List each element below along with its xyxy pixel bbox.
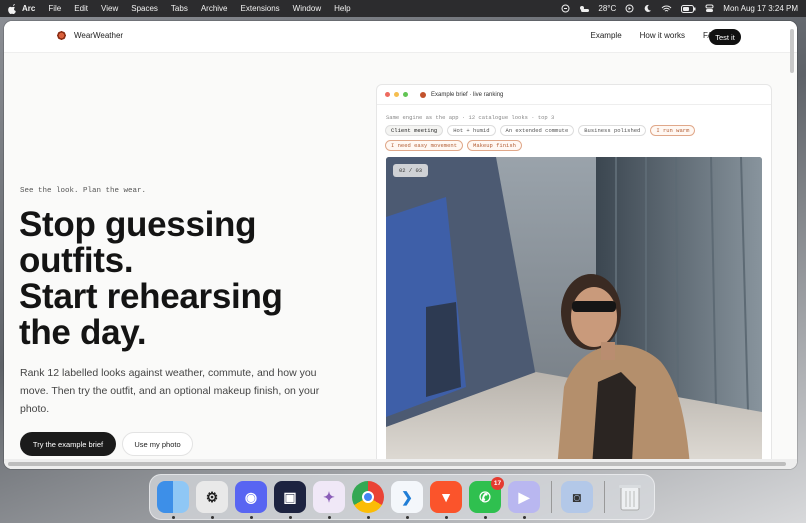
- chrome-center-icon: [362, 491, 374, 503]
- example-photo: 02 / 03: [386, 157, 762, 469]
- running-indicator: [250, 516, 253, 519]
- focus-icon[interactable]: [561, 4, 570, 13]
- screen-recorder-icon[interactable]: ▶: [508, 481, 540, 519]
- tag-business-polished[interactable]: Business polished: [578, 125, 647, 136]
- tag-makeup-finish[interactable]: Makeup finish: [467, 140, 522, 151]
- menu-help[interactable]: Help: [334, 4, 350, 13]
- tag-easy-movement[interactable]: I need easy movement: [385, 140, 464, 151]
- try-example-brief-button[interactable]: Try the example brief: [20, 432, 116, 456]
- tag-run-warm[interactable]: I run warm: [650, 125, 696, 136]
- site-header: WearWeather Example How it works FAQ Tes…: [4, 21, 797, 53]
- menu-edit[interactable]: Edit: [74, 4, 88, 13]
- chrome-icon[interactable]: [352, 481, 384, 519]
- brand-name: WearWeather: [74, 31, 124, 40]
- running-indicator: [367, 516, 370, 519]
- running-indicator: [406, 516, 409, 519]
- card-title: Example brief · live ranking: [431, 91, 504, 98]
- hero-subtext: Rank 12 labelled looks against weather, …: [20, 367, 320, 415]
- menu-spaces[interactable]: Spaces: [131, 4, 158, 13]
- chatgpt-icon[interactable]: ⚙: [196, 481, 228, 519]
- nav-link-how-it-works[interactable]: How it works: [640, 31, 685, 40]
- moon-icon[interactable]: [643, 4, 652, 13]
- card-caption: Same engine as the app · 12 catalogue lo…: [386, 114, 555, 121]
- wifi-icon[interactable]: [661, 5, 672, 13]
- card-title-group: Example brief · live ranking: [420, 91, 504, 98]
- photo-counter: 02 / 03: [393, 164, 429, 177]
- vscode-icon[interactable]: ❯: [391, 481, 423, 519]
- brief-tags: Client meeting Hot + humid An extended c…: [385, 125, 767, 151]
- brand[interactable]: WearWeather: [56, 30, 123, 41]
- weather-temp[interactable]: 28°C: [598, 4, 616, 13]
- running-indicator: [523, 516, 526, 519]
- use-my-photo-button[interactable]: Use my photo: [122, 432, 193, 456]
- trash-icon[interactable]: [614, 481, 646, 513]
- menu-archive[interactable]: Archive: [201, 4, 228, 13]
- menu-file[interactable]: File: [48, 4, 61, 13]
- headline-line: outfits.: [19, 241, 134, 280]
- vertical-scrollbar[interactable]: [790, 29, 794, 73]
- close-dot-icon: [385, 92, 390, 97]
- dock-separator: [604, 481, 605, 513]
- menu-arc[interactable]: Arc: [22, 4, 35, 13]
- apple-menu-icon[interactable]: [8, 3, 22, 14]
- wearweather-logo-icon: [56, 30, 67, 41]
- card-titlebar: Example brief · live ranking: [377, 85, 771, 105]
- brave-icon[interactable]: ▼: [430, 481, 462, 519]
- play-icon[interactable]: [625, 4, 634, 13]
- tag-extended-commute[interactable]: An extended commute: [499, 125, 575, 136]
- test-it-button[interactable]: Test it: [709, 29, 741, 45]
- running-indicator: [172, 516, 175, 519]
- example-brief-card: Example brief · live ranking Same engine…: [376, 84, 772, 469]
- browser-window: WearWeather Example How it works FAQ Tes…: [4, 21, 797, 469]
- tag-hot-humid[interactable]: Hot + humid: [447, 125, 496, 136]
- menu-window[interactable]: Window: [293, 4, 321, 13]
- horizontal-scroll-thumb[interactable]: [8, 462, 786, 466]
- menubar-clock[interactable]: Mon Aug 17 3:24 PM: [723, 4, 798, 13]
- terminal-icon[interactable]: ▣: [274, 481, 306, 519]
- utility-icon[interactable]: ◙: [561, 481, 593, 513]
- running-indicator: [328, 516, 331, 519]
- headline-line: Start rehearsing: [19, 277, 283, 316]
- tag-client-meeting[interactable]: Client meeting: [385, 125, 444, 136]
- menu-view[interactable]: View: [101, 4, 118, 13]
- running-indicator: [211, 516, 214, 519]
- hero-section: See the look. Plan the wear. Stop guessi…: [4, 53, 797, 469]
- hero-eyebrow: See the look. Plan the wear.: [20, 187, 147, 195]
- weather-icon[interactable]: [579, 5, 590, 13]
- zoom-dot-icon: [403, 92, 408, 97]
- nav-link-example[interactable]: Example: [591, 31, 622, 40]
- menu-bar: Arc File Edit View Spaces Tabs Archive E…: [0, 0, 806, 17]
- finder-icon[interactable]: [157, 481, 189, 519]
- hero-headline: Stop guessing outfits. Start rehearsing …: [19, 207, 359, 351]
- nav-links: Example How it works FAQ: [591, 31, 719, 40]
- affinity-icon[interactable]: ✦: [313, 481, 345, 519]
- headline-line: Stop guessing: [19, 205, 257, 244]
- dock: ⚙ ◉ ▣ ✦ ❯ ▼ ✆ 17 ▶ ◙: [149, 474, 655, 520]
- battery-icon[interactable]: [681, 4, 696, 13]
- headline-line: the day.: [19, 313, 147, 352]
- running-indicator: [484, 516, 487, 519]
- horizontal-scrollbar[interactable]: [4, 459, 797, 469]
- whatsapp-icon[interactable]: ✆ 17: [469, 477, 504, 519]
- running-indicator: [445, 516, 448, 519]
- control-center-icon[interactable]: [705, 4, 714, 13]
- menu-tabs[interactable]: Tabs: [171, 4, 188, 13]
- dock-separator: [551, 481, 552, 513]
- discord-icon[interactable]: ◉: [235, 481, 267, 519]
- wearweather-mini-logo-icon: [420, 91, 426, 98]
- minimize-dot-icon: [394, 92, 399, 97]
- menu-extensions[interactable]: Extensions: [241, 4, 280, 13]
- running-indicator: [289, 516, 292, 519]
- notification-badge: 17: [491, 477, 504, 490]
